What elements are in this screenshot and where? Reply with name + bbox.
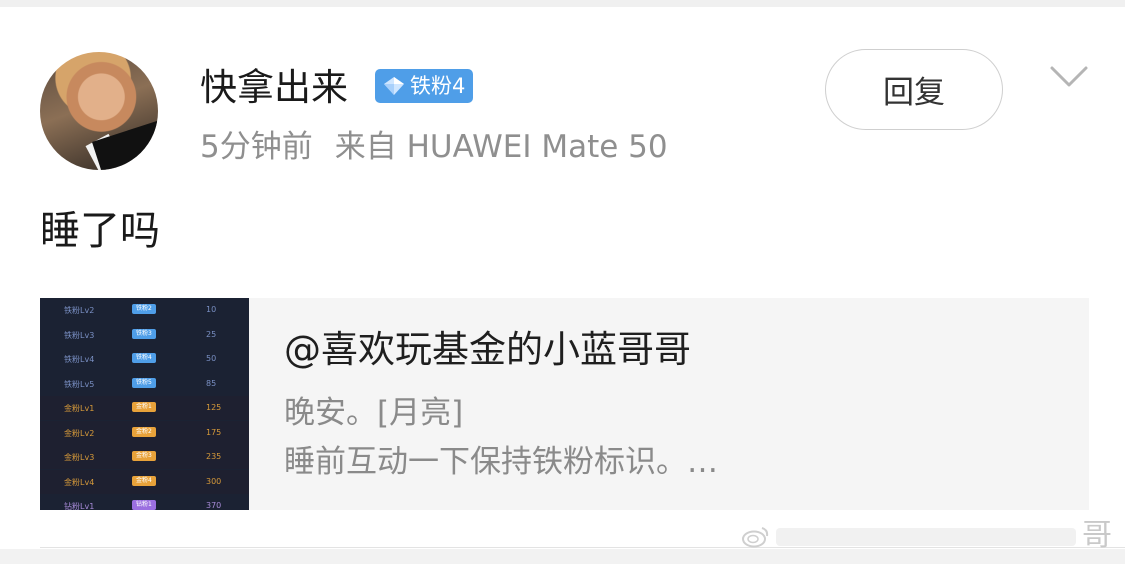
weibo-logo-icon xyxy=(742,527,769,548)
quoted-post-author[interactable]: @喜欢玩基金的小蓝哥哥 xyxy=(284,326,691,374)
thumbnail-row-value: 300 xyxy=(206,476,222,486)
thumbnail-row: 金粉Lv2 金粉2 175 xyxy=(40,420,249,445)
thumbnail-row-label: 金粉Lv1 xyxy=(64,404,95,413)
thumbnail-row-label: 铁粉Lv5 xyxy=(64,379,95,389)
watermark-handle xyxy=(776,528,1076,546)
thumbnail-row-badge: 金粉1 xyxy=(132,402,156,412)
thumbnail-row: 铁粉Lv4 铁粉4 50 xyxy=(40,347,249,371)
thumbnail-row-badge: 金粉3 xyxy=(132,451,156,461)
watermark-char: 哥 xyxy=(1082,518,1112,553)
comment-text: 睡了吗 xyxy=(40,208,160,254)
thumbnail-row-badge: 金粉2 xyxy=(132,426,156,437)
thumbnail-row: 钻粉Lv1 钻粉1 370 xyxy=(40,494,249,510)
thumbnail-row-value: 25 xyxy=(206,329,217,339)
thumbnail-row-label: 铁粉Lv2 xyxy=(64,306,95,315)
thumbnail-row-badge: 金粉4 xyxy=(132,475,156,486)
thumbnail-row: 金粉Lv1 金粉1 125 xyxy=(40,396,249,420)
top-separator xyxy=(0,0,1125,7)
thumbnail-row-badge: 铁粉4 xyxy=(132,353,156,363)
thumbnail-row: 金粉Lv3 金粉3 235 xyxy=(40,445,249,469)
thumbnail-row-label: 金粉Lv2 xyxy=(64,428,95,438)
chevron-down-icon[interactable] xyxy=(1049,62,1089,92)
fan-level-text: 铁粉4 xyxy=(410,74,466,98)
quoted-post-card[interactable]: 铁粉Lv2 铁粉2 10 铁粉Lv3 铁粉3 25 铁粉Lv4 铁粉4 50 铁粉Lv5 铁粉5 85… xyxy=(40,298,1089,510)
thumbnail-row-value: 125 xyxy=(206,403,222,412)
thumbnail-row-badge: 铁粉3 xyxy=(132,328,156,339)
quoted-post-line2: 睡前互动一下保持铁粉标识。… xyxy=(284,444,718,480)
comment-time: 5分钟前 xyxy=(200,129,313,165)
thumbnail-row-badge: 铁粉5 xyxy=(132,377,156,388)
thumbnail-row-badge: 铁粉2 xyxy=(132,304,156,314)
thumbnail-row-value: 50 xyxy=(206,354,217,363)
thumbnail-row-label: 钻粉Lv1 xyxy=(64,502,95,510)
thumbnail-row: 铁粉Lv3 铁粉3 25 xyxy=(40,323,249,347)
thumbnail-row-value: 370 xyxy=(206,501,222,510)
thumbnail-row-badge: 钻粉1 xyxy=(132,500,156,510)
comment-source: 来自 HUAWEI Mate 50 xyxy=(334,129,668,165)
thumbnail-row-label: 金粉Lv4 xyxy=(64,477,95,487)
diamond-icon xyxy=(384,77,404,95)
thumbnail-row-value: 85 xyxy=(206,378,217,388)
thumbnail-row-value: 175 xyxy=(206,427,222,437)
thumbnail-row-value: 10 xyxy=(206,305,217,314)
thumbnail-row: 金粉Lv4 金粉4 300 xyxy=(40,469,249,494)
thumbnail-row-label: 铁粉Lv3 xyxy=(64,330,95,340)
thumbnail-row: 铁粉Lv2 铁粉2 10 xyxy=(40,298,249,322)
weibo-watermark: 哥 xyxy=(742,518,1112,556)
thumbnail-row-value: 235 xyxy=(206,452,222,461)
quoted-post-line1: 晚安。[月亮] xyxy=(284,395,464,431)
fan-level-badge[interactable]: 铁粉4 xyxy=(375,69,474,103)
thumbnail-row-label: 金粉Lv3 xyxy=(64,453,95,462)
reply-button[interactable]: 回复 xyxy=(825,49,1003,130)
thumbnail-row-label: 铁粉Lv4 xyxy=(64,355,95,364)
quoted-post-thumbnail[interactable]: 铁粉Lv2 铁粉2 10 铁粉Lv3 铁粉3 25 铁粉Lv4 铁粉4 50 铁粉Lv5 铁粉5 85… xyxy=(40,298,249,510)
avatar[interactable] xyxy=(40,52,158,170)
username[interactable]: 快拿出来 xyxy=(200,64,348,112)
avatar-shirt xyxy=(91,120,158,170)
thumbnail-row: 铁粉Lv5 铁粉5 85 xyxy=(40,372,249,396)
comment-meta: 5分钟前 来自 HUAWEI Mate 50 xyxy=(200,126,668,168)
